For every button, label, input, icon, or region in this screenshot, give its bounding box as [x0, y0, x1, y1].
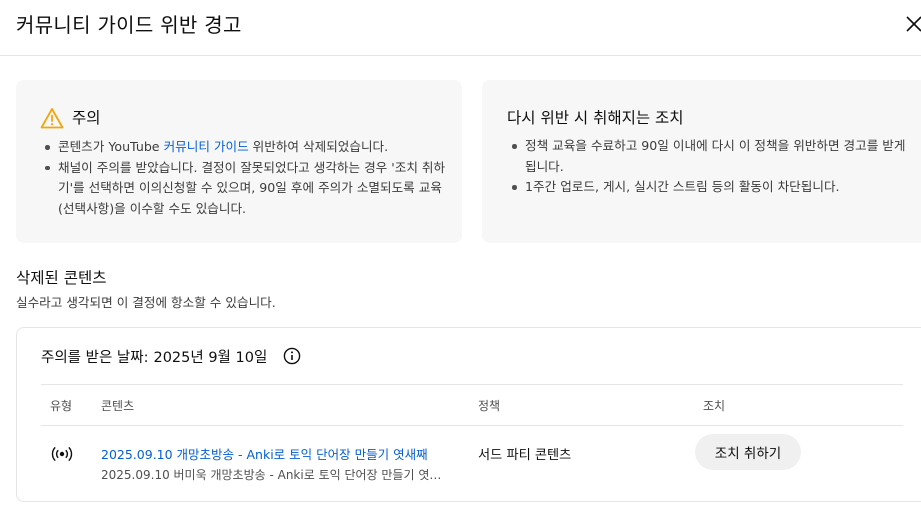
close-button[interactable]	[900, 10, 921, 38]
policy-name: 서드 파티 콘텐츠	[478, 448, 572, 463]
date-label: 주의를 받은 날짜:	[41, 350, 149, 366]
dialog-header: 커뮤니티 가이드 위반 경고	[0, 0, 921, 56]
repeat-list: 정책 교육을 수료하고 90일 이내에 다시 이 정책을 위반하면 경고를 받게…	[507, 136, 907, 198]
column-header-type: 유형	[50, 399, 73, 413]
close-icon[interactable]	[900, 10, 921, 38]
strike-date: 주의를 받은 날짜: 2025년 9월 10일	[41, 346, 267, 367]
removed-content-subtitle: 실수라고 생각되면 이 결정에 항소할 수 있습니다.	[16, 295, 276, 310]
live-stream-icon	[51, 446, 73, 462]
list-item: 콘텐츠가 YouTube 커뮤니티 가이드 위반하여 삭제되었습니다.	[40, 137, 450, 158]
divider	[41, 425, 903, 426]
warning-icon	[40, 108, 64, 129]
warning-list: 콘텐츠가 YouTube 커뮤니티 가이드 위반하여 삭제되었습니다. 채널이 …	[40, 137, 450, 219]
warning-line-1-before: 콘텐츠가 YouTube	[58, 139, 164, 154]
column-header-action: 조치	[703, 399, 726, 413]
info-icon[interactable]	[283, 347, 301, 365]
repeat-card-title: 다시 위반 시 취해지는 조치	[507, 109, 684, 127]
removed-content-title: 삭제된 콘텐츠	[16, 269, 107, 287]
warning-card: 주의 콘텐츠가 YouTube 커뮤니티 가이드 위반하여 삭제되었습니다. 채…	[16, 80, 462, 243]
dialog-title: 커뮤니티 가이드 위반 경고	[16, 13, 242, 37]
removed-content-table: 주의를 받은 날짜: 2025년 9월 10일 유형 콘텐츠 정책 조치 202…	[16, 327, 921, 502]
list-item: 1주간 업로드, 게시, 실시간 스트림 등의 활동이 차단됩니다.	[507, 177, 907, 198]
take-action-button[interactable]: 조치 취하기	[695, 434, 801, 470]
list-item: 정책 교육을 수료하고 90일 이내에 다시 이 정책을 위반하면 경고를 받게…	[507, 136, 907, 177]
divider	[41, 384, 903, 385]
content-subtitle: 2025.09.10 버미욱 개망초방송 - Anki로 토익 단어장 만들기 …	[101, 468, 446, 482]
date-value: 2025년 9월 10일	[153, 350, 268, 366]
column-header-policy: 정책	[478, 399, 501, 413]
community-guidelines-link[interactable]: 커뮤니티 가이드	[164, 139, 249, 154]
list-item: 채널이 주의를 받았습니다. 결정이 잘못되었다고 생각하는 경우 '조치 취하…	[40, 158, 450, 220]
warning-card-title: 주의	[72, 109, 101, 127]
warning-line-1-after: 위반하여 삭제되었습니다.	[248, 139, 389, 154]
column-header-content: 콘텐츠	[101, 399, 135, 413]
content-title-link[interactable]: 2025.09.10 개망초방송 - Anki로 토익 단어장 만들기 엿새째	[101, 444, 428, 463]
repeat-violation-card: 다시 위반 시 취해지는 조치 정책 교육을 수료하고 90일 이내에 다시 이…	[482, 80, 921, 243]
